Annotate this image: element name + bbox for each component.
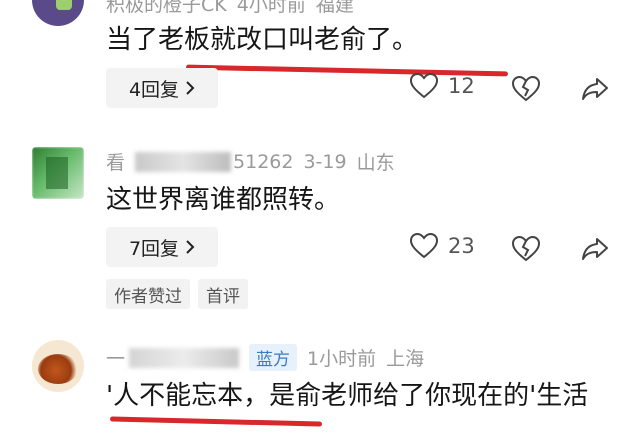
blurred-username bbox=[135, 151, 232, 172]
avatar[interactable] bbox=[32, 0, 84, 26]
share-arrow-icon[interactable] bbox=[581, 77, 609, 101]
comment-location: 上海 bbox=[386, 348, 425, 370]
author-id: 51262 bbox=[233, 150, 294, 173]
share-button[interactable] bbox=[580, 74, 610, 104]
like-count: 23 bbox=[448, 234, 475, 258]
comment-date: 3-19 bbox=[303, 150, 347, 173]
heart-icon[interactable] bbox=[410, 73, 438, 99]
comment-time: 1小时前 bbox=[307, 348, 377, 370]
comment-meta: 一 蓝方 1小时前 上海 bbox=[106, 344, 424, 371]
author-name[interactable]: 积极的橙子CK bbox=[106, 0, 227, 17]
author-name[interactable]: 一 bbox=[106, 344, 125, 371]
comment-location: 山东 bbox=[356, 152, 395, 174]
broken-heart-icon[interactable] bbox=[512, 236, 540, 262]
reply-button[interactable]: 4回复 bbox=[106, 68, 218, 108]
reply-count: 7回复 bbox=[128, 237, 180, 260]
author-name[interactable]: 看 bbox=[106, 148, 125, 175]
like-group[interactable]: 23 bbox=[410, 233, 475, 259]
dislike-button[interactable] bbox=[511, 74, 541, 104]
chevron-right-icon bbox=[186, 240, 195, 254]
comment-text: '人不能忘本，是俞老师给了你现在的'生活 bbox=[106, 381, 589, 411]
dislike-button[interactable] bbox=[511, 234, 541, 264]
comment-meta: 看 51262 3-19 山东 bbox=[106, 148, 395, 175]
tag-author-liked: 作者赞过 bbox=[106, 279, 190, 309]
chevron-right-icon bbox=[186, 81, 195, 95]
reply-button[interactable]: 7回复 bbox=[106, 227, 218, 267]
highlight-underline bbox=[109, 416, 323, 427]
comment-location: 福建 bbox=[315, 0, 354, 16]
like-group[interactable]: 12 bbox=[410, 73, 475, 99]
comment-text: 当了老板就改口叫老俞了。 bbox=[106, 25, 419, 55]
share-arrow-icon[interactable] bbox=[581, 237, 609, 261]
team-badge: 蓝方 bbox=[249, 344, 298, 371]
avatar[interactable] bbox=[32, 340, 84, 392]
broken-heart-icon[interactable] bbox=[512, 76, 540, 102]
heart-icon[interactable] bbox=[410, 233, 438, 259]
like-count: 12 bbox=[448, 74, 475, 98]
comment-time: 4小时前 bbox=[236, 0, 306, 16]
comment-text: 这世界离谁都照转。 bbox=[106, 185, 341, 215]
tag-first-comment: 首评 bbox=[198, 279, 248, 309]
share-button[interactable] bbox=[580, 234, 610, 264]
blurred-username bbox=[129, 347, 240, 368]
comment-meta: 积极的橙子CK 4小时前 福建 bbox=[106, 0, 354, 17]
reply-count: 4回复 bbox=[128, 78, 180, 101]
avatar[interactable] bbox=[32, 147, 84, 199]
